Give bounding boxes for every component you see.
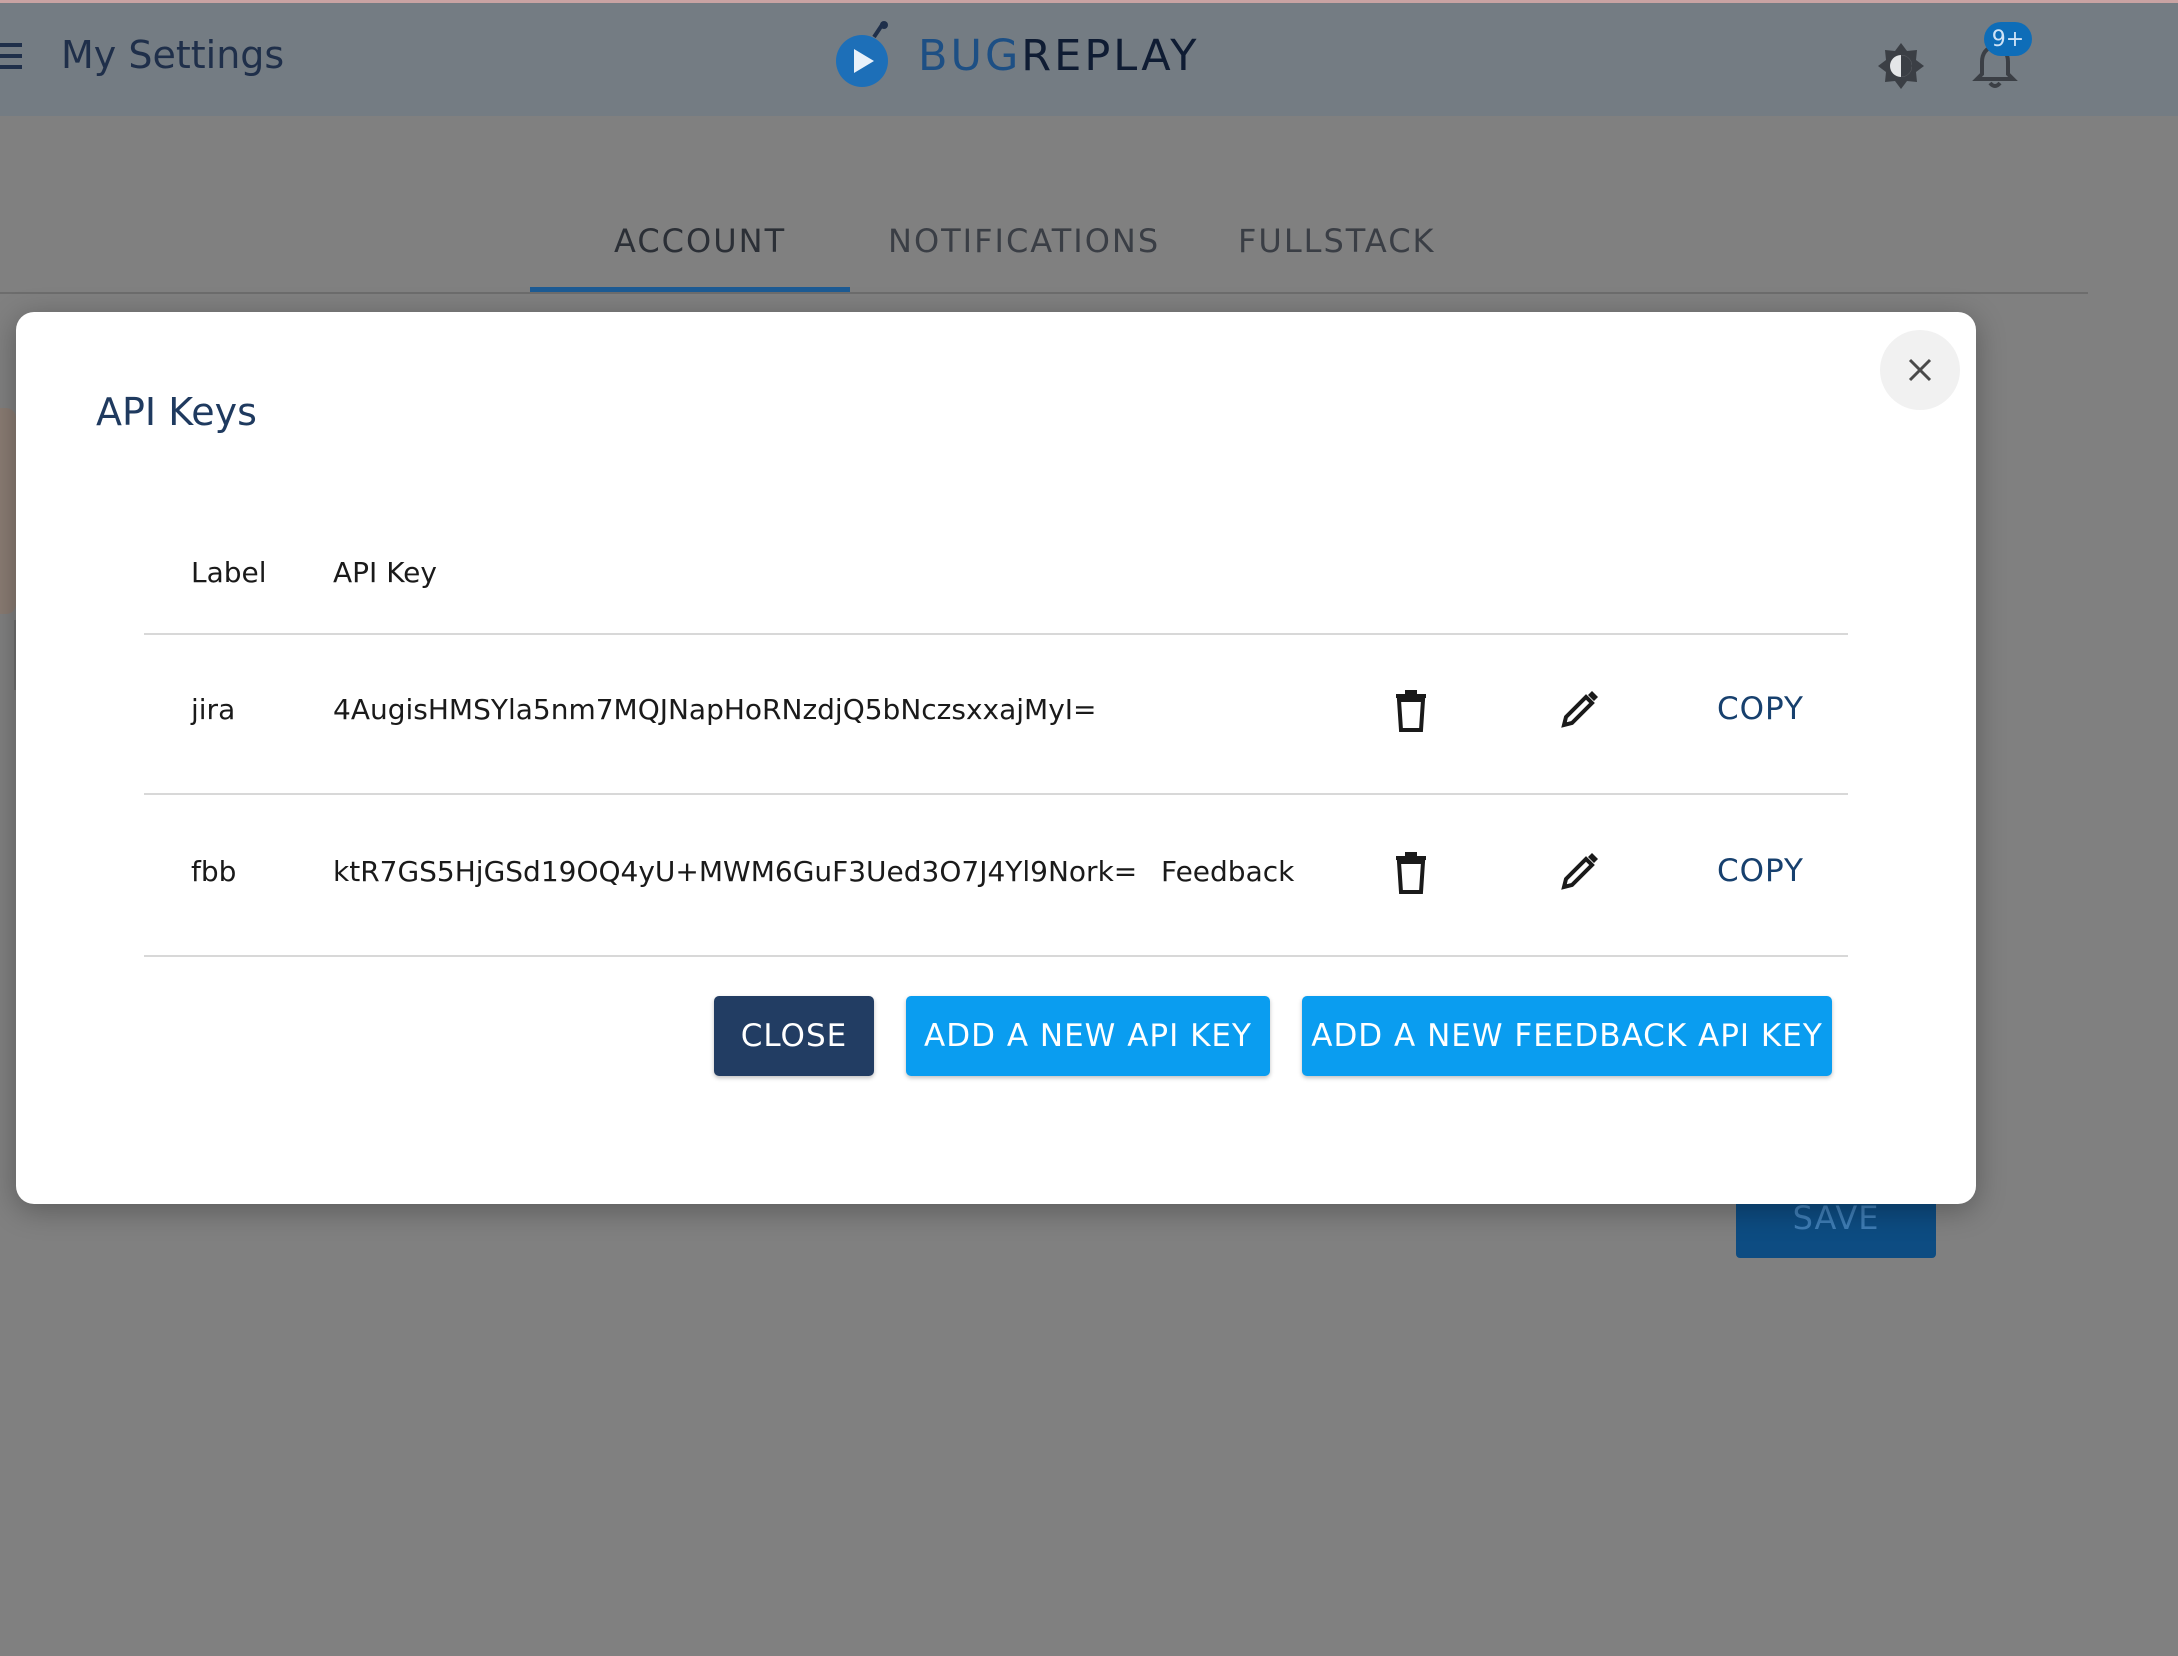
row-divider	[144, 793, 1848, 795]
close-button[interactable]: CLOSE	[714, 996, 874, 1076]
logo-text-bug: BUG	[918, 31, 1022, 81]
page-title: My Settings	[61, 33, 285, 77]
table-row: jira 4AugisHMSYla5nm7MQJNapHoRNzdjQ5bNcz…	[144, 635, 1848, 795]
logo-text-replay: REPLAY	[1021, 31, 1200, 81]
notification-badge: 9+	[1984, 22, 2032, 56]
tab-account[interactable]: ACCOUNT	[614, 222, 786, 260]
tab-notifications[interactable]: NOTIFICATIONS	[888, 222, 1160, 260]
menu-icon[interactable]	[0, 43, 22, 69]
delete-icon[interactable]	[1388, 849, 1434, 895]
copy-button[interactable]: COPY	[1717, 853, 1804, 889]
close-icon[interactable]	[1880, 330, 1960, 410]
tab-fullstack[interactable]: FULLSTACK	[1238, 222, 1436, 260]
bugreplay-logo[interactable]: BUGREPLAY	[832, 21, 1200, 91]
edit-icon[interactable]	[1556, 849, 1602, 895]
row-label: jira	[191, 693, 236, 726]
table-row: fbb ktR7GS5HjGSd19OQ4yU+MWM6GuF3Ued3O7J4…	[144, 797, 1848, 957]
tabs-divider	[0, 292, 2088, 294]
row-label: fbb	[191, 855, 237, 888]
row-api-key: ktR7GS5HjGSd19OQ4yU+MWM6GuF3Ued3O7J4Yl9N…	[333, 855, 1138, 888]
row-api-key: 4AugisHMSYla5nm7MQJNapHoRNzdjQ5bNczsxxaj…	[333, 693, 1097, 726]
add-api-key-button[interactable]: ADD A NEW API KEY	[906, 996, 1270, 1076]
app-header: My Settings BUGREPLAY	[0, 3, 2178, 116]
bugreplay-logo-icon	[836, 21, 888, 87]
column-header-label: Label	[191, 556, 267, 589]
avatar	[0, 408, 16, 614]
row-divider	[144, 955, 1848, 957]
dialog-title: API Keys	[96, 390, 257, 434]
delete-icon[interactable]	[1388, 687, 1434, 733]
copy-button[interactable]: COPY	[1717, 691, 1804, 727]
logo-text: BUGREPLAY	[918, 31, 1200, 81]
add-feedback-api-key-button[interactable]: ADD A NEW FEEDBACK API KEY	[1302, 996, 1832, 1076]
api-keys-dialog: API Keys Label API Key jira 4AugisHMSYla…	[16, 312, 1976, 1204]
edit-icon[interactable]	[1556, 687, 1602, 733]
column-header-api-key: API Key	[333, 556, 437, 589]
row-key-type: Feedback	[1161, 855, 1295, 888]
theme-toggle-icon[interactable]	[1876, 41, 1926, 91]
